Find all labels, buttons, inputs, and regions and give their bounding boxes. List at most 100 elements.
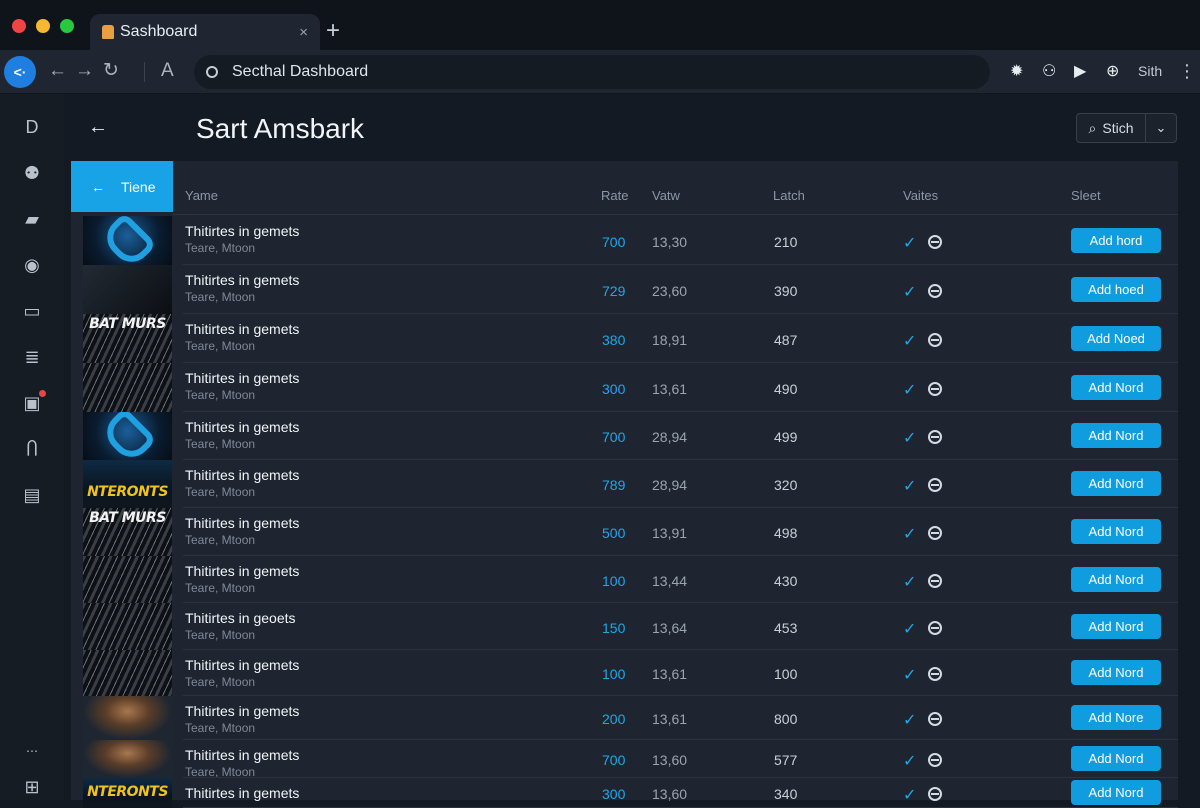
add-nord-button[interactable]: Add Nord (1071, 423, 1161, 448)
table-row[interactable]: NTERONTS Thitirtes in gemets 300 13,60 340 ✓ A… (83, 778, 1178, 808)
tab-close-icon[interactable]: × (299, 24, 308, 41)
game-title: Thitirtes in gemets (185, 321, 300, 337)
game-thumbnail[interactable] (83, 363, 172, 412)
add-nord-button[interactable]: Add Nord (1071, 660, 1161, 685)
game-thumbnail[interactable] (83, 265, 172, 314)
reader-mode-button[interactable]: A (161, 59, 174, 83)
add-nord-button[interactable]: Add Nord (1071, 471, 1161, 496)
add-nord-button[interactable]: Add Nord (1071, 780, 1161, 805)
rate-value: 700 (602, 429, 626, 445)
table-row[interactable]: Thitirtes in geoets Teare, Mtoon 150 13,64 4… (83, 603, 1178, 650)
globe-icon[interactable] (928, 478, 942, 492)
game-thumbnail[interactable] (83, 412, 172, 460)
add-nord-button[interactable]: Add Noed (1071, 326, 1161, 351)
extension-play-icon[interactable]: ▶ (1074, 62, 1086, 82)
latch-value: 390 (774, 283, 798, 299)
game-title: Thitirtes in gemets (185, 467, 300, 483)
globe-icon[interactable] (928, 753, 942, 767)
logo-icon[interactable]: D (20, 116, 44, 138)
globe-icon[interactable] (928, 284, 942, 298)
extension-badge-icon[interactable]: ⊕ (1106, 62, 1119, 82)
column-header-latch[interactable]: Latch (773, 188, 805, 203)
column-header-status[interactable]: Vaites (903, 188, 938, 203)
table-row[interactable]: Thitirtes in gemets Teare, Mtoon 100 13,61 1… (83, 650, 1178, 696)
list-icon[interactable]: ≣ (20, 346, 44, 368)
game-thumbnail[interactable] (83, 650, 172, 696)
globe-icon[interactable] (928, 621, 942, 635)
search-button[interactable]: ⌕ Stich (1076, 113, 1146, 143)
extension-gear-icon[interactable]: ✹ (1010, 62, 1023, 82)
calendar-icon[interactable]: ▭ (20, 300, 44, 322)
globe-icon[interactable] (928, 235, 942, 249)
maximize-window-button[interactable] (60, 19, 74, 33)
users-icon[interactable]: ⚉ (20, 162, 44, 184)
column-header-name[interactable]: Yame (185, 188, 218, 203)
column-header-select[interactable]: Sleet (1071, 188, 1101, 203)
close-window-button[interactable] (12, 19, 26, 33)
add-nord-button[interactable]: Add Nord (1071, 567, 1161, 592)
browser-menu-icon[interactable]: ⋮ (1178, 60, 1196, 82)
add-nord-button[interactable]: Add hord (1071, 228, 1161, 253)
globe-icon[interactable] (928, 526, 942, 540)
table-row[interactable]: Thitirtes in gemets Teare, Mtoon 700 13,30 2… (83, 216, 1178, 265)
notes-icon[interactable]: ▣ (20, 390, 46, 414)
game-thumbnail[interactable]: BAT MURS (83, 314, 172, 363)
page-back-icon[interactable]: ← (88, 116, 108, 138)
profile-icon[interactable]: Ⴖ (20, 438, 44, 460)
column-header-rate[interactable]: Rate (601, 188, 628, 203)
folder-icon[interactable]: ▰ (20, 208, 44, 230)
stats-icon[interactable]: ▤ (20, 484, 44, 506)
table-row[interactable]: BAT MURS Thitirtes in gemets Teare, Mtoon 3… (83, 314, 1178, 363)
add-nord-button[interactable]: Add hoed (1071, 277, 1161, 302)
table-row[interactable]: Thitirtes in gemets Teare, Mtoon 100 13,44 4… (83, 556, 1178, 603)
compass-icon[interactable]: ◉ (20, 254, 44, 276)
table-row[interactable]: Thitirtes in gemets Teare, Mtoon 300 13,61 4… (83, 363, 1178, 412)
globe-icon[interactable] (928, 333, 942, 347)
globe-icon[interactable] (928, 574, 942, 588)
reload-button[interactable]: ↻ (103, 59, 119, 83)
latch-value: 490 (774, 381, 798, 397)
game-thumbnail[interactable] (83, 556, 172, 603)
game-thumbnail[interactable] (83, 696, 172, 740)
table-row[interactable]: Thitirtes in gemets Teare, Mtoon 700 13,60 5… (83, 740, 1178, 779)
game-thumbnail[interactable] (83, 216, 172, 265)
game-thumbnail[interactable]: NTERONTS (83, 460, 172, 508)
add-nord-button[interactable]: Add Nord (1071, 746, 1161, 771)
globe-icon[interactable] (928, 430, 942, 444)
more-icon[interactable]: ⋯ (20, 740, 44, 762)
globe-icon[interactable] (928, 382, 942, 396)
extension-people-icon[interactable]: ⚇ (1042, 62, 1056, 82)
game-thumbnail[interactable] (83, 603, 172, 650)
table-row[interactable]: Thitirtes in gemets Teare, Mtoon 729 23,60 3… (83, 265, 1178, 314)
settings-icon[interactable]: ⊞ (20, 776, 44, 798)
profile-label[interactable]: Sith (1138, 63, 1162, 79)
table-row[interactable]: NTERONTS Thitirtes in gemets Teare, Mtoon 7… (83, 460, 1178, 508)
game-thumbnail[interactable] (83, 740, 172, 778)
chevron-down-icon[interactable]: ⌄ (1145, 113, 1177, 143)
globe-icon[interactable] (928, 712, 942, 726)
check-icon: ✓ (903, 430, 917, 447)
add-nord-button[interactable]: Add Nore (1071, 705, 1161, 730)
address-bar[interactable]: Secthal Dashboard (194, 55, 990, 89)
minimize-window-button[interactable] (36, 19, 50, 33)
table-row[interactable]: Thitirtes in gemets Teare, Mtoon 200 13,61 8… (83, 696, 1178, 740)
game-thumbnail[interactable]: BAT MURS (83, 508, 172, 556)
game-subtitle: Teare, Mtoon (185, 721, 256, 735)
table-row[interactable]: BAT MURS Thitirtes in gemets Teare, Mtoon 5… (83, 508, 1178, 556)
value-amount: 18,91 (652, 332, 688, 348)
column-header-value[interactable]: Vatw (652, 188, 680, 203)
site-info-icon[interactable] (206, 66, 218, 78)
table-row[interactable]: Thitirtes in gemets Teare, Mtoon 700 28,94 4… (83, 412, 1178, 460)
globe-icon[interactable] (928, 787, 942, 801)
add-nord-button[interactable]: Add Nord (1071, 375, 1161, 400)
globe-icon[interactable] (928, 667, 942, 681)
game-thumbnail[interactable]: NTERONTS (83, 778, 172, 808)
filter-tab[interactable]: ← Tiene (71, 161, 173, 212)
new-tab-button[interactable]: + (326, 18, 340, 44)
forward-button[interactable]: → (75, 59, 94, 83)
back-button[interactable]: ← (48, 59, 67, 83)
browser-tab[interactable]: Sashboard × (90, 14, 320, 50)
add-nord-button[interactable]: Add Nord (1071, 519, 1161, 544)
add-nord-button[interactable]: Add Nord (1071, 614, 1161, 639)
browser-home-icon[interactable]: <· (4, 56, 36, 88)
